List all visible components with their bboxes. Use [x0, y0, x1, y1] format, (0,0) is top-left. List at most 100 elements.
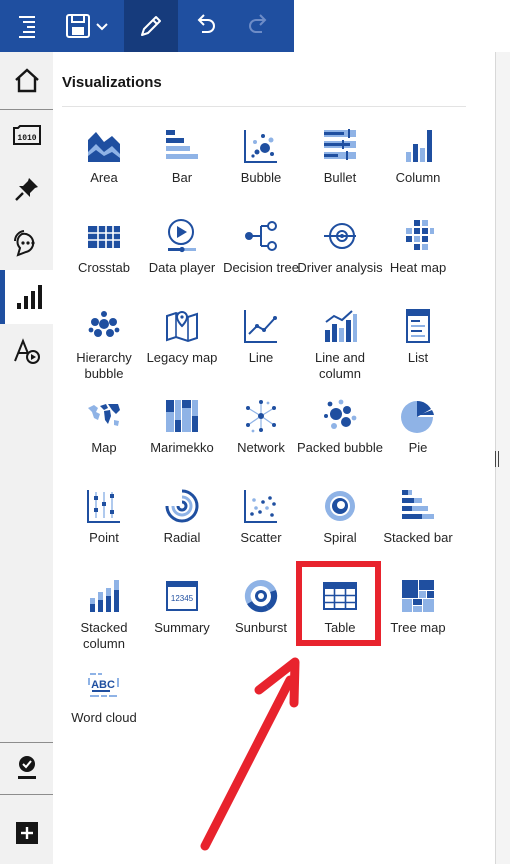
- redo-button[interactable]: [234, 0, 284, 52]
- vis-item-map[interactable]: Map: [64, 398, 144, 478]
- text-style-icon: [13, 338, 40, 364]
- line-and-column-icon: [325, 310, 357, 342]
- vis-item-spiral[interactable]: Spiral: [300, 488, 380, 568]
- left-navigation-rail: 1010: [0, 52, 53, 864]
- vis-item-scatter[interactable]: Scatter: [221, 488, 301, 568]
- rail-add-button[interactable]: [0, 806, 53, 860]
- vis-item-tree-map[interactable]: Tree map: [378, 578, 458, 658]
- vis-item-bar[interactable]: Bar: [142, 128, 222, 208]
- pie-chart-icon: [401, 400, 434, 433]
- vis-item-crosstab[interactable]: Crosstab: [64, 218, 144, 298]
- vis-item-marimekko[interactable]: Marimekko: [142, 398, 222, 478]
- svg-text:1010: 1010: [17, 134, 36, 143]
- sunburst-icon: [244, 579, 278, 613]
- tree-map-icon: [402, 580, 434, 612]
- network-icon: [246, 400, 276, 433]
- menu-icon: [19, 16, 35, 38]
- rail-text-style-button[interactable]: [0, 324, 53, 378]
- stacked-bar-icon: [402, 490, 434, 519]
- radial-chart-icon: [165, 489, 199, 523]
- edit-mode-button[interactable]: [124, 0, 178, 52]
- vis-item-label: Tree map: [390, 620, 446, 635]
- driver-analysis-icon: [324, 223, 356, 249]
- word-cloud-icon-text: ABC: [91, 679, 115, 691]
- point-chart-icon: [87, 490, 120, 523]
- rail-data-sources-button[interactable]: 1010: [0, 108, 53, 162]
- list-icon: [406, 309, 430, 343]
- rail-visualizations-button[interactable]: [0, 270, 53, 324]
- edit-pencil-icon: [141, 16, 161, 36]
- bubble-chart-icon: [244, 130, 277, 163]
- home-icon: [14, 68, 39, 93]
- panel-title: Visualizations: [62, 74, 162, 91]
- vis-item-packed-bubble[interactable]: Packed bubble: [297, 398, 383, 478]
- vis-item-line[interactable]: Line: [221, 308, 301, 388]
- vis-item-label: Column: [395, 170, 441, 185]
- rail-divider: [0, 794, 53, 795]
- scatter-chart-icon: [244, 490, 277, 523]
- rail-assistant-button[interactable]: [0, 740, 53, 794]
- vis-item-point[interactable]: Point: [64, 488, 144, 568]
- assistant-icon: [17, 756, 36, 779]
- bullet-chart-icon: [324, 129, 356, 160]
- vis-item-bubble[interactable]: Bubble: [221, 128, 301, 208]
- redo-icon: [249, 14, 267, 33]
- rail-home-button[interactable]: [0, 54, 53, 108]
- line-chart-icon: [244, 310, 277, 343]
- vis-item-legacy-map[interactable]: Legacy map: [142, 308, 222, 388]
- vis-item-label: Pie: [408, 440, 428, 455]
- vis-item-sunburst[interactable]: Sunburst: [221, 578, 301, 658]
- vis-item-bullet[interactable]: Bullet: [300, 128, 380, 208]
- visualizations-panel: Visualizations Area Bar Bubble Bullet Co…: [53, 52, 495, 864]
- vis-item-driver-analysis[interactable]: Driver analysis: [297, 218, 383, 298]
- heat-map-icon: [406, 220, 434, 250]
- vis-item-line-and-column[interactable]: Line and column: [300, 308, 380, 388]
- vis-item-list[interactable]: List: [378, 308, 458, 388]
- vis-item-network[interactable]: Network: [221, 398, 301, 478]
- panel-title-divider: [62, 106, 466, 107]
- vis-item-label: List: [407, 350, 429, 365]
- vis-item-label: Stacked bar: [383, 530, 453, 545]
- vis-item-decision-tree[interactable]: Decision tree: [221, 218, 301, 298]
- vis-item-summary[interactable]: 12345 Summary: [142, 578, 222, 658]
- vis-item-column[interactable]: Column: [378, 128, 458, 208]
- vis-item-label: Heat map: [389, 260, 447, 275]
- column-chart-icon: [406, 130, 432, 162]
- hierarchy-bubble-icon: [88, 310, 120, 342]
- packed-bubble-icon: [324, 399, 357, 429]
- decision-tree-icon: [245, 221, 277, 251]
- annotation-highlight-box: [296, 561, 381, 646]
- undo-icon: [197, 14, 215, 33]
- vis-item-stacked-column[interactable]: Stacked column: [64, 578, 144, 658]
- add-icon: [15, 822, 38, 844]
- vis-item-radial[interactable]: Radial: [142, 488, 222, 568]
- resize-grip-icon[interactable]: [495, 451, 499, 467]
- vis-item-pie[interactable]: Pie: [378, 398, 458, 478]
- data-player-icon: [168, 219, 196, 253]
- word-cloud-icon: ABC: [88, 673, 119, 697]
- data-sources-icon: 1010: [12, 125, 41, 145]
- summary-icon-digits: 12345: [171, 594, 194, 603]
- top-toolbar: [0, 0, 510, 52]
- vis-item-label: Word cloud: [71, 710, 137, 725]
- rail-pin-button[interactable]: [0, 162, 53, 216]
- vis-item-data-player[interactable]: Data player: [142, 218, 222, 298]
- vis-item-hierarchy-bubble[interactable]: Hierarchy bubble: [64, 308, 144, 388]
- map-icon: [88, 404, 120, 426]
- undo-button[interactable]: [180, 0, 230, 52]
- vis-item-heat-map[interactable]: Heat map: [378, 218, 458, 298]
- crosstab-icon: [88, 226, 120, 248]
- save-icon: [66, 14, 108, 38]
- navigation-menu-button[interactable]: [0, 0, 54, 52]
- bar-chart-icon: [166, 130, 198, 159]
- marimekko-icon: [166, 400, 198, 432]
- summary-icon: 12345: [166, 581, 198, 611]
- vis-item-stacked-bar[interactable]: Stacked bar: [378, 488, 458, 568]
- rail-conversation-button[interactable]: [0, 216, 53, 270]
- vis-item-area[interactable]: Area: [64, 128, 144, 208]
- spiral-chart-icon: [325, 491, 355, 521]
- vis-item-word-cloud[interactable]: ABC Word cloud: [64, 668, 144, 748]
- save-button[interactable]: [58, 0, 120, 52]
- chevron-down-icon: [96, 23, 108, 31]
- visualizations-icon: [17, 285, 42, 309]
